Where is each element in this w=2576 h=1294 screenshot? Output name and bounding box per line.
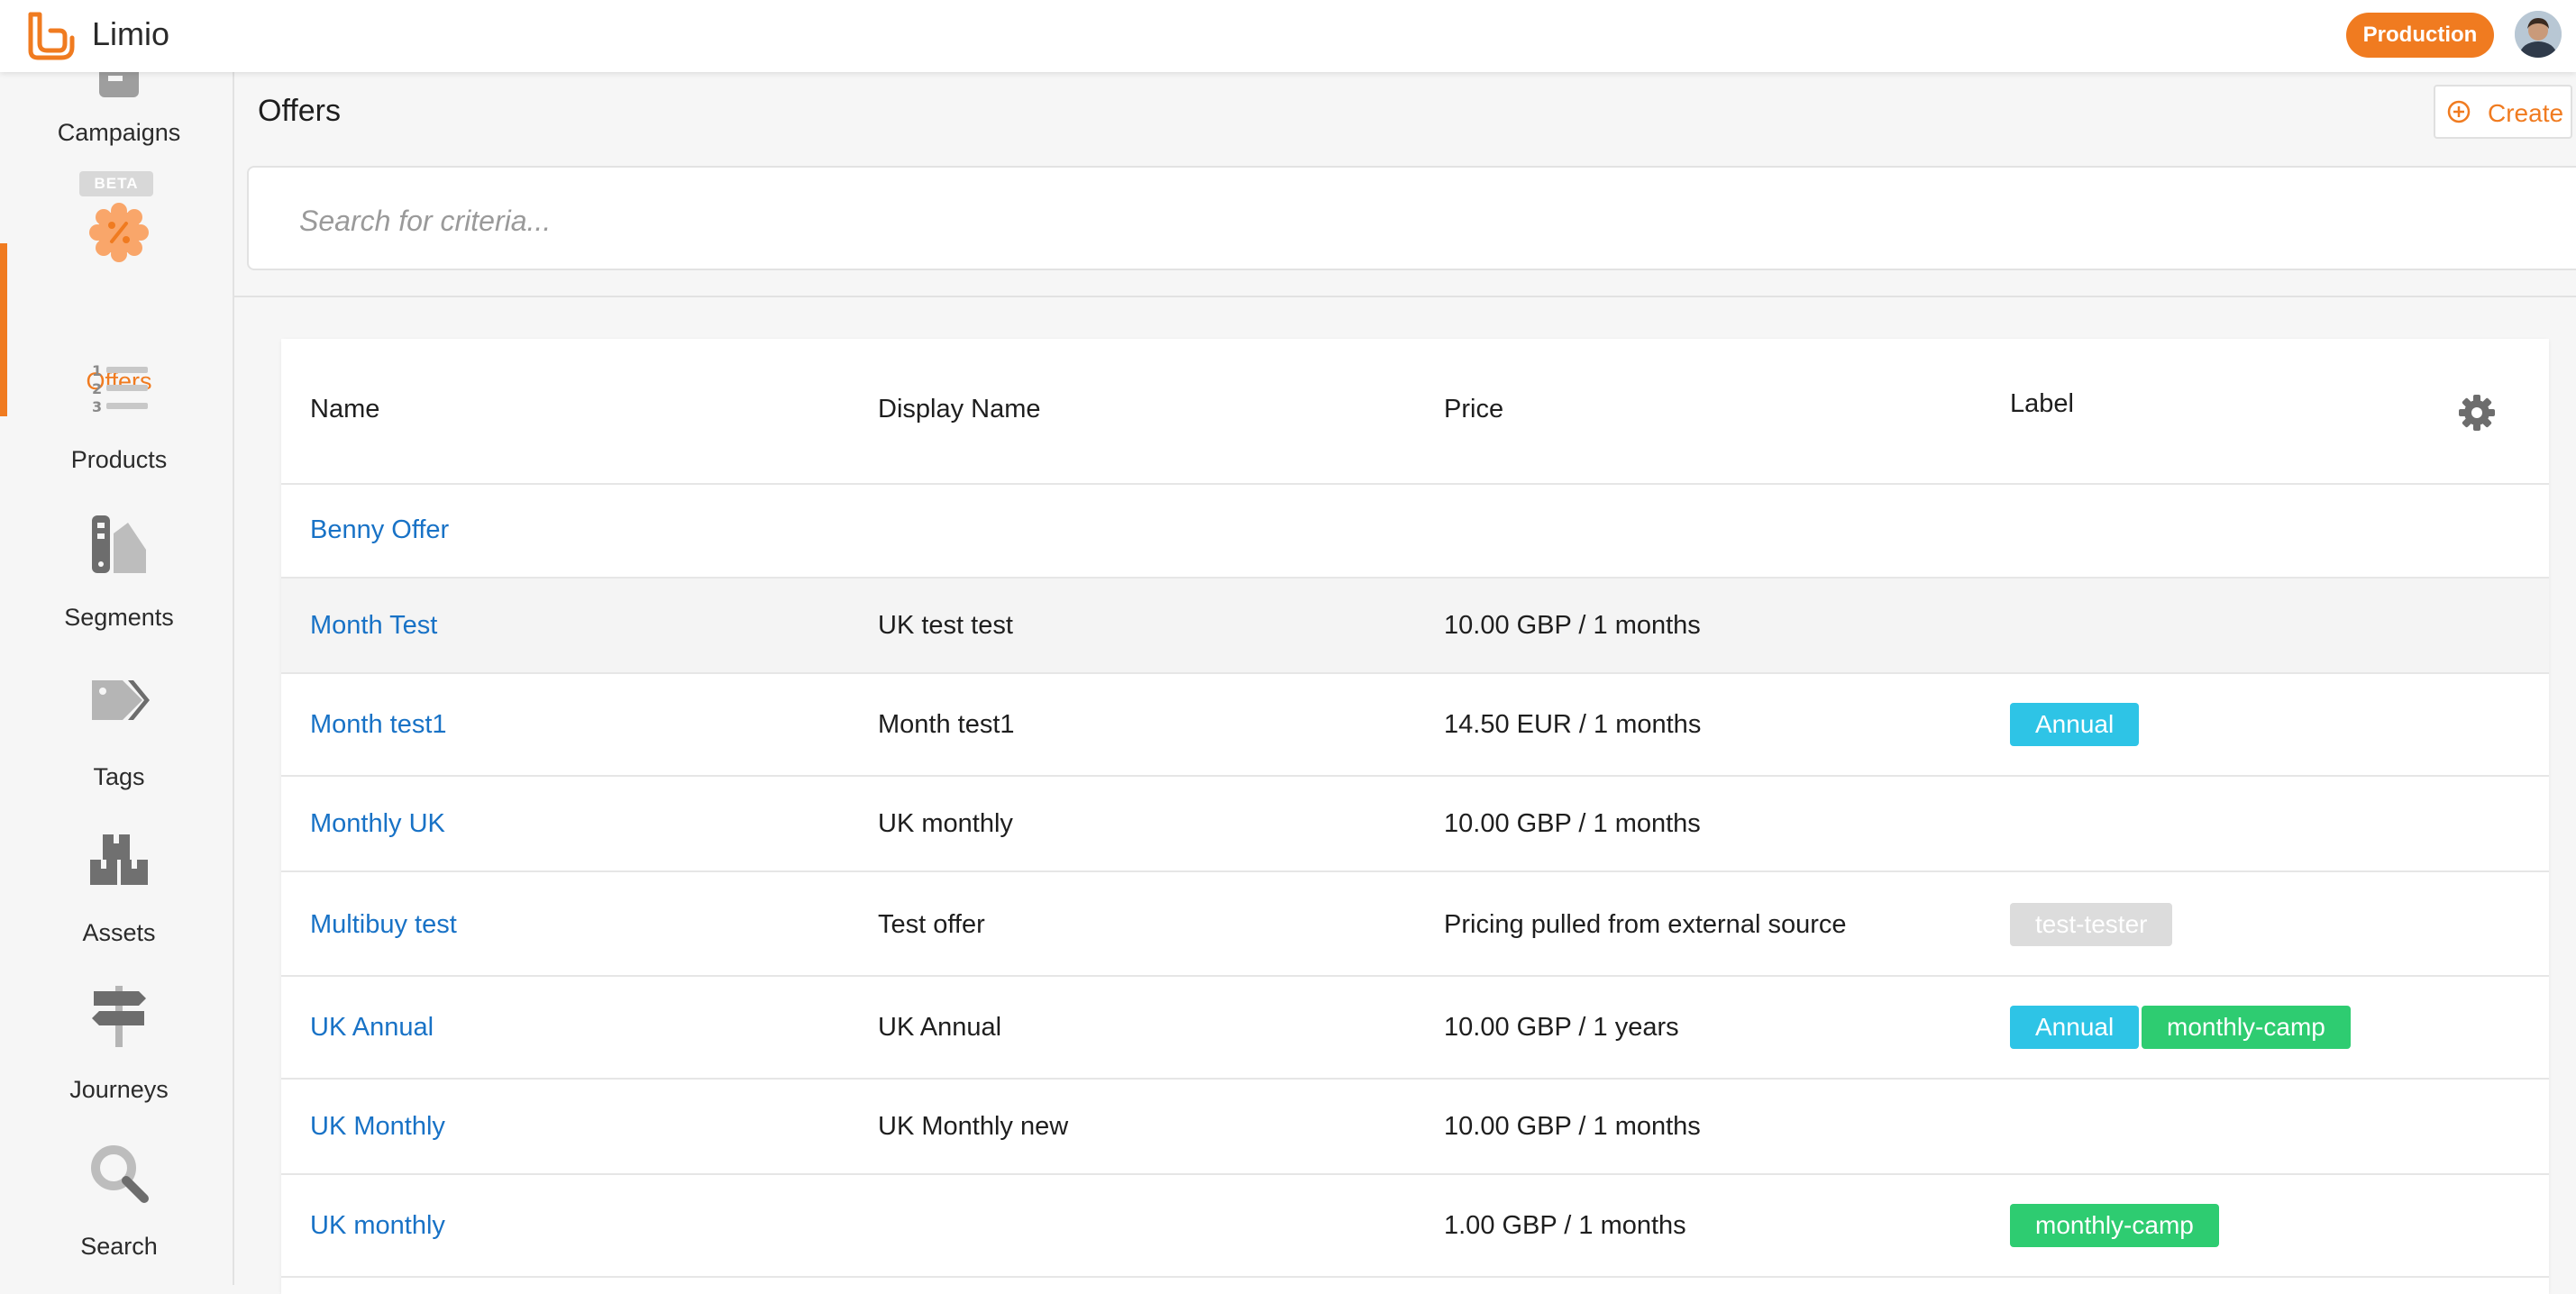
offer-name-link[interactable]: Month Test [310,611,437,641]
plus-circle-icon [2447,100,2471,123]
brand-name: Limio [92,15,170,52]
display-name-cell: UK Monthly new [878,1112,1069,1141]
label-tag: test-tester [2010,903,2173,946]
column-header-label[interactable]: Label [2010,389,2074,419]
offer-name-link[interactable]: Monthly UK [310,809,445,839]
avatar-icon [2515,11,2562,58]
sidebar-item-tags[interactable]: Tags [0,671,233,834]
display-name-cell: UK Annual [878,1013,1002,1042]
label-tag: monthly-camp [2142,1006,2351,1049]
display-name-cell: Month test1 [878,710,1015,739]
sidebar-item-label: Segments [64,604,174,631]
gear-icon[interactable] [2457,393,2497,433]
sidebar-item-label: Search [80,1233,158,1260]
offer-name-link[interactable]: Multibuy test [310,910,457,940]
assets-icon [90,834,148,885]
table-row[interactable]: Monthly UK UK monthly 10.00 GBP / 1 mont… [281,777,2549,872]
display-name-cell: Test offer [878,910,985,939]
search-input[interactable] [297,195,1653,247]
segments-icon [92,515,146,573]
sidebar-item-journeys[interactable]: Journeys [0,984,233,1146]
sidebar-item-search[interactable]: Search [0,1141,233,1285]
sidebar-item-segments[interactable]: Segments [0,514,233,676]
sidebar-item-assets[interactable]: Assets [0,827,233,989]
create-button[interactable]: Create [2434,85,2572,139]
top-bar: Limio Production [0,0,2576,72]
price-cell: 14.50 EUR / 1 months [1444,710,1702,739]
price-cell: 10.00 GBP / 1 years [1444,1013,1679,1042]
sidebar-item-label: Assets [82,919,156,946]
sidebar-item-products[interactable]: 1 2 3 Products [0,356,233,518]
display-name-cell: UK test test [878,611,1013,640]
sidebar-item-label: Campaigns [57,119,181,146]
offer-name-link[interactable]: UK monthly [310,1211,445,1241]
journeys-icon [92,986,146,1047]
search-icon [91,1145,149,1203]
sidebar-item-label: Tags [93,763,145,790]
environment-badge[interactable]: Production [2346,13,2494,58]
table-row[interactable]: UK Annual UK Annual 10.00 GBP / 1 years … [281,977,2549,1080]
table-row[interactable]: Month Test UK test test 10.00 GBP / 1 mo… [281,579,2549,674]
price-cell: 10.00 GBP / 1 months [1444,611,1701,640]
price-cell: 10.00 GBP / 1 months [1444,1112,1701,1141]
label-tag: Annual [2010,1006,2140,1049]
offer-name-link[interactable]: Benny Offer [310,515,449,545]
table-row[interactable]: UK Monthly UK Monthly new 10.00 GBP / 1 … [281,1080,2549,1175]
table-row[interactable]: Month test1 Month test1 14.50 EUR / 1 mo… [281,674,2549,777]
column-header-name[interactable]: Name [310,395,379,424]
limio-logo-icon[interactable] [25,11,76,61]
sidebar-item-label: Journeys [69,1076,169,1103]
label-tag: monthly-camp [2010,1204,2219,1247]
svg-text:2: 2 [92,380,102,397]
table-row[interactable]: Benny Offer [281,483,2549,579]
products-icon: 1 2 3 [92,362,148,415]
sidebar: Campaigns BETA Offers 1 2 3 Products Seg… [0,65,234,1285]
price-cell: 10.00 GBP / 1 months [1444,809,1701,838]
offer-name-link[interactable]: UK Monthly [310,1112,445,1142]
table-row[interactable]: Multibuy test Test offer Pricing pulled … [281,872,2549,977]
offer-name-link[interactable]: Month test1 [310,710,447,740]
display-name-cell: UK monthly [878,809,1013,838]
price-cell: Pricing pulled from external source [1444,910,1847,939]
offers-icon [89,203,149,262]
price-cell: 1.00 GBP / 1 months [1444,1211,1686,1240]
divider [233,296,2576,297]
offer-name-link[interactable]: UK Annual [310,1013,434,1043]
svg-text:1: 1 [92,362,102,379]
search-box [247,166,2576,270]
page-title: Offers [258,94,341,128]
tags-icon [92,680,150,720]
user-avatar[interactable] [2515,11,2562,58]
sidebar-item-label: Products [70,446,168,473]
svg-text:3: 3 [92,398,102,415]
label-tag: Annual [2010,703,2140,746]
table-header: Name Display Name Price Label [281,339,2549,485]
table-row[interactable]: UK monthly 1.00 GBP / 1 months monthly-c… [281,1175,2549,1278]
sidebar-item-campaigns[interactable]: Campaigns [0,65,233,162]
column-header-price[interactable]: Price [1444,395,1503,424]
beta-badge: BETA [79,171,153,196]
create-button-label: Create [2488,99,2564,127]
column-header-display-name[interactable]: Display Name [878,395,1041,424]
offers-table: Name Display Name Price Label Benny Offe… [281,339,2549,1294]
